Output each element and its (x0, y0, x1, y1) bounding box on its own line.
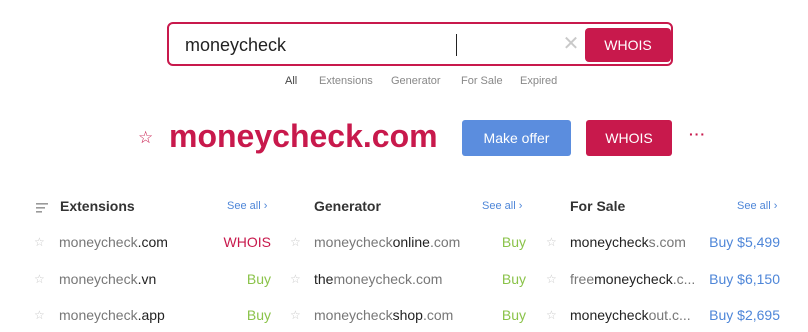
list-item[interactable]: ☆ moneycheck.vn Buy (34, 271, 274, 291)
search-bar: ✕ WHOIS (167, 22, 673, 66)
star-icon[interactable]: ☆ (546, 235, 557, 249)
generator-header: Generator See all › (290, 198, 530, 218)
domain-name[interactable]: moneycheckshop.com (314, 307, 484, 323)
star-icon[interactable]: ☆ (34, 235, 45, 249)
star-icon[interactable]: ☆ (290, 308, 301, 322)
extensions-column: Extensions See all › ☆ moneycheck.com WH… (34, 192, 274, 332)
whois-link[interactable]: WHOIS (224, 234, 271, 250)
buy-link[interactable]: Buy (247, 271, 271, 287)
list-item[interactable]: ☆ moneychecks.com Buy $5,499 (546, 234, 786, 254)
extensions-title: Extensions (60, 198, 135, 214)
star-icon[interactable]: ☆ (546, 272, 557, 286)
buy-link[interactable]: Buy (502, 234, 526, 250)
for-sale-see-all-link[interactable]: See all › (737, 200, 777, 212)
filter-tab-extensions[interactable]: Extensions (319, 75, 373, 87)
list-item[interactable]: ☆ freemoneycheck.c... Buy $6,150 (546, 271, 786, 291)
domain-name[interactable]: themoneycheck.com (314, 271, 484, 287)
extensions-see-all-link[interactable]: See all › (227, 200, 267, 212)
favorite-star-icon[interactable]: ☆ (138, 128, 153, 148)
whois-search-button[interactable]: WHOIS (585, 28, 671, 62)
make-offer-button[interactable]: Make offer (462, 120, 571, 156)
domain-name[interactable]: moneycheckonline.com (314, 234, 484, 250)
buy-price-link[interactable]: Buy $5,499 (709, 234, 780, 250)
buy-price-link[interactable]: Buy $2,695 (709, 307, 780, 323)
buy-price-link[interactable]: Buy $6,150 (709, 271, 780, 287)
hero-domain-name: moneycheck.com (169, 118, 438, 154)
search-input[interactable] (185, 33, 545, 57)
clear-icon[interactable]: ✕ (559, 32, 583, 56)
generator-title: Generator (314, 198, 381, 214)
list-item[interactable]: ☆ moneycheck.app Buy (34, 307, 274, 327)
for-sale-title: For Sale (570, 198, 626, 214)
star-icon[interactable]: ☆ (546, 308, 557, 322)
domain-name[interactable]: freemoneycheck.c... (570, 271, 706, 287)
domain-name[interactable]: moneycheck.vn (59, 271, 209, 287)
extensions-header: Extensions See all › (34, 198, 274, 218)
for-sale-header: For Sale See all › (546, 198, 786, 218)
list-item[interactable]: ☆ moneycheckonline.com Buy (290, 234, 530, 254)
for-sale-column: For Sale See all › ☆ moneychecks.com Buy… (546, 192, 786, 332)
list-item[interactable]: ☆ moneycheck.com WHOIS (34, 234, 274, 254)
star-icon[interactable]: ☆ (290, 235, 301, 249)
domain-name[interactable]: moneycheckout.c... (570, 307, 706, 323)
whois-button[interactable]: WHOIS (586, 120, 672, 156)
filter-tab-expired[interactable]: Expired (520, 75, 557, 87)
domain-name[interactable]: moneycheck.app (59, 307, 209, 323)
filter-tab-generator[interactable]: Generator (391, 75, 441, 87)
buy-link[interactable]: Buy (247, 307, 271, 323)
buy-link[interactable]: Buy (502, 271, 526, 287)
more-options-icon[interactable]: ··· (689, 126, 706, 142)
filter-tab-for-sale[interactable]: For Sale (461, 75, 503, 87)
list-item[interactable]: ☆ moneycheckshop.com Buy (290, 307, 530, 327)
domain-name[interactable]: moneychecks.com (570, 234, 706, 250)
list-item[interactable]: ☆ themoneycheck.com Buy (290, 271, 530, 291)
list-filter-icon (36, 203, 48, 213)
search-filter-tabs: All Extensions Generator For Sale Expire… (0, 75, 808, 89)
star-icon[interactable]: ☆ (34, 272, 45, 286)
domain-search-page: ✕ WHOIS All Extensions Generator For Sal… (0, 0, 808, 332)
buy-link[interactable]: Buy (502, 307, 526, 323)
star-icon[interactable]: ☆ (290, 272, 301, 286)
star-icon[interactable]: ☆ (34, 308, 45, 322)
generator-column: Generator See all › ☆ moneycheckonline.c… (290, 192, 530, 332)
filter-tab-all[interactable]: All (285, 75, 297, 87)
list-item[interactable]: ☆ moneycheckout.c... Buy $2,695 (546, 307, 786, 327)
generator-see-all-link[interactable]: See all › (482, 200, 522, 212)
domain-name[interactable]: moneycheck.com (59, 234, 209, 250)
text-caret (456, 34, 457, 56)
